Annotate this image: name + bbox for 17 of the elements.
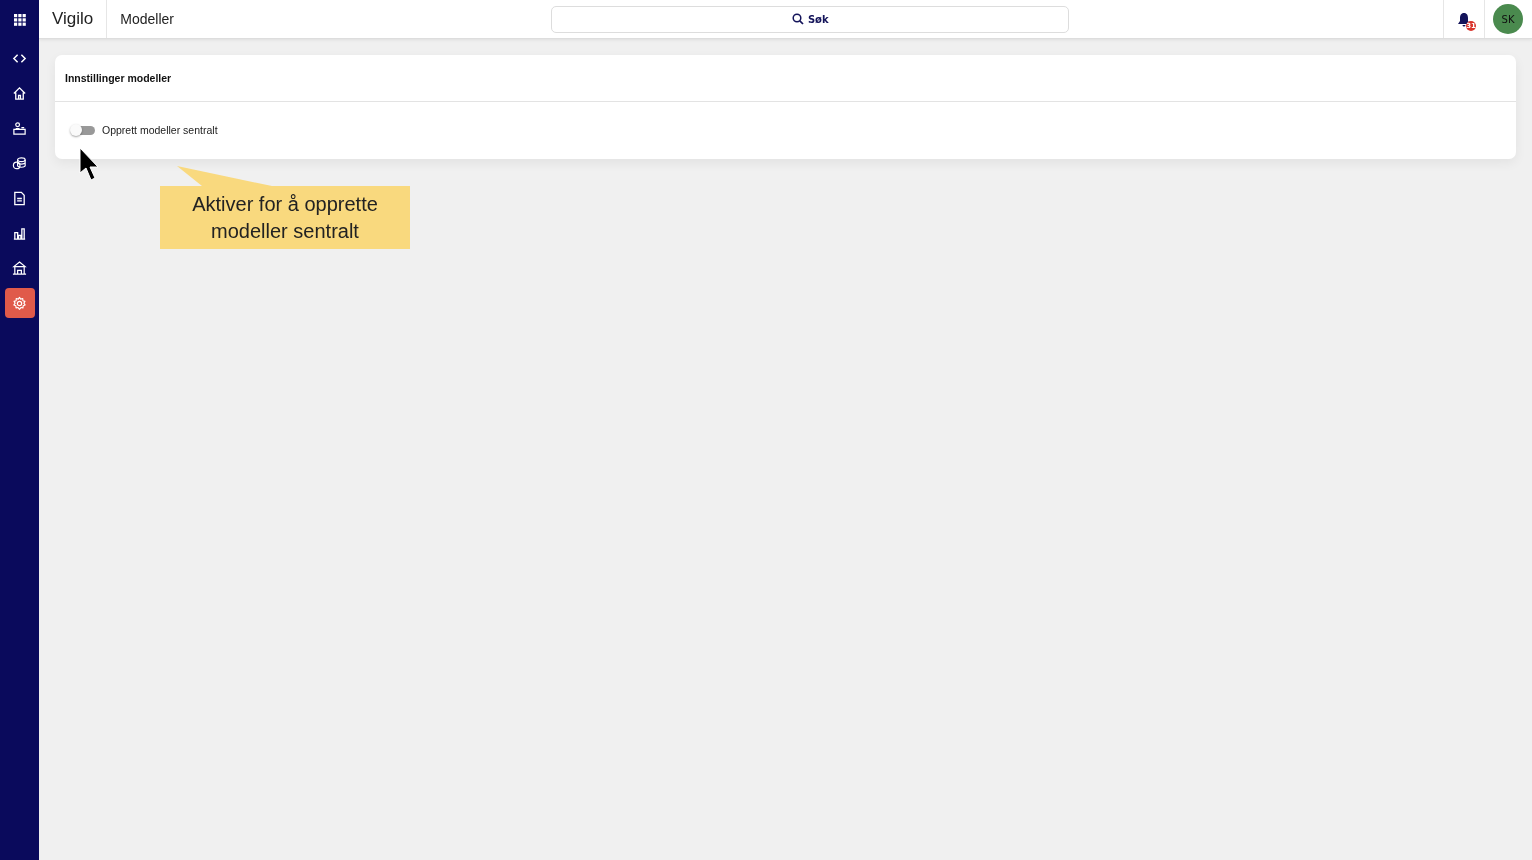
building-icon [12,260,27,276]
home-icon [12,85,27,101]
gear-icon [12,295,27,311]
search-icon [791,13,804,25]
desk-icon [12,120,27,136]
search-field[interactable]: Søk [551,5,1070,33]
chart-icon [12,225,27,241]
card-title: Innstillinger modeller [55,55,1516,102]
page-title: Modeller [119,11,175,27]
document-icon [12,190,27,206]
toggle-switch[interactable] [70,124,95,136]
gear-nav-button[interactable] [4,288,35,318]
user-avatar[interactable]: SK [1493,4,1523,34]
toggle-label: Opprett modeller sentralt [102,124,218,136]
app-name[interactable]: Vigilo [39,0,108,38]
apps-grid-icon[interactable] [13,13,26,26]
coins-icon [12,155,27,171]
